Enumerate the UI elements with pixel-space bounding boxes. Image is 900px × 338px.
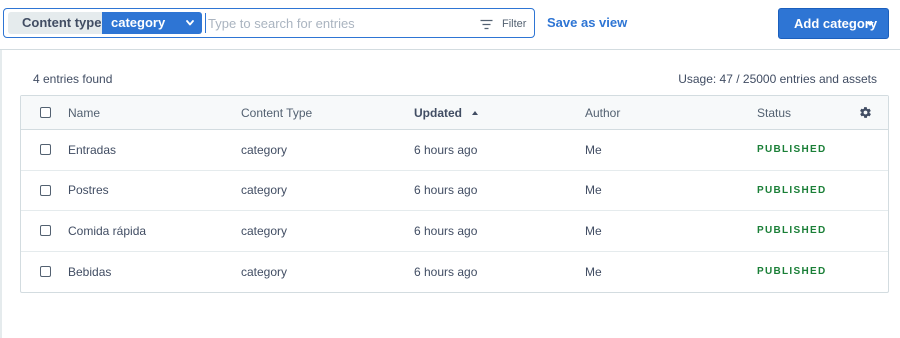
entry-name[interactable]: Entradas: [68, 130, 116, 170]
usage-info: Usage: 47 / 25000 entries and assets: [678, 72, 877, 86]
search-input[interactable]: [205, 13, 465, 33]
status-badge: PUBLISHED: [757, 144, 827, 156]
entry-author: Me: [585, 183, 602, 198]
content-type-label: Content type: [8, 12, 102, 34]
gear-icon: [860, 107, 871, 118]
entry-content-type: category: [241, 142, 288, 157]
filter-button[interactable]: Filter: [480, 16, 526, 32]
row-checkbox[interactable]: [40, 144, 51, 156]
sort-ascending-icon: [472, 110, 478, 115]
entry-author: Me: [585, 142, 602, 157]
entry-updated: 6 hours ago: [414, 142, 478, 157]
add-category-button[interactable]: Add category: [778, 8, 889, 39]
entry-author: Me: [585, 223, 602, 238]
entries-table: Name Content Type Updated Author Status …: [20, 95, 889, 293]
status-badge: PUBLISHED: [757, 225, 827, 237]
table-row[interactable]: Entradas category 6 hours ago Me PUBLISH…: [21, 130, 888, 171]
content-type-value: category: [111, 15, 166, 30]
column-header-updated[interactable]: Updated: [414, 96, 478, 129]
column-header-content-type[interactable]: Content Type: [241, 96, 312, 129]
row-select-cell: [40, 171, 51, 211]
entries-count: 4 entries found: [33, 72, 113, 86]
left-edge-divider: [0, 0, 2, 338]
select-all-cell: [40, 96, 51, 129]
entry-content-type: category: [241, 223, 288, 238]
filter-icon: [480, 19, 493, 29]
select-all-checkbox[interactable]: [40, 107, 51, 118]
column-header-author[interactable]: Author: [585, 96, 620, 129]
row-checkbox[interactable]: [40, 184, 51, 196]
entry-name[interactable]: Comida rápida: [68, 211, 146, 251]
table-header: Name Content Type Updated Author Status: [21, 96, 888, 130]
entry-updated: 6 hours ago: [414, 223, 478, 238]
entry-author: Me: [585, 264, 602, 279]
chevron-down-icon: [186, 20, 194, 26]
row-select-cell: [40, 211, 51, 251]
row-select-cell: [40, 252, 51, 293]
row-checkbox[interactable]: [40, 266, 51, 278]
column-header-status[interactable]: Status: [757, 96, 791, 129]
entry-updated: 6 hours ago: [414, 264, 478, 279]
entry-updated: 6 hours ago: [414, 183, 478, 198]
table-row[interactable]: Bebidas category 6 hours ago Me PUBLISHE…: [21, 252, 888, 293]
entry-name[interactable]: Postres: [68, 171, 109, 211]
column-header-name[interactable]: Name: [68, 96, 100, 129]
content-type-select[interactable]: category: [102, 12, 202, 34]
column-header-updated-label: Updated: [414, 105, 462, 120]
toolbar: Content type category Filter Save as vie…: [0, 0, 900, 50]
row-select-cell: [40, 130, 51, 170]
entry-content-type: category: [241, 264, 288, 279]
search-bar: Content type category Filter: [3, 8, 535, 38]
row-checkbox[interactable]: [40, 225, 51, 237]
table-row[interactable]: Comida rápida category 6 hours ago Me PU…: [21, 211, 888, 252]
status-badge: PUBLISHED: [757, 184, 827, 196]
status-badge: PUBLISHED: [757, 266, 827, 278]
filter-label: Filter: [502, 18, 527, 30]
add-category-label: Add category: [794, 16, 878, 31]
column-settings-button[interactable]: [859, 96, 872, 129]
entry-content-type: category: [241, 183, 288, 198]
entry-name[interactable]: Bebidas: [68, 252, 111, 293]
table-row[interactable]: Postres category 6 hours ago Me PUBLISHE…: [21, 171, 888, 211]
save-as-view-link[interactable]: Save as view: [547, 15, 627, 30]
caret-down-icon: [866, 22, 874, 26]
